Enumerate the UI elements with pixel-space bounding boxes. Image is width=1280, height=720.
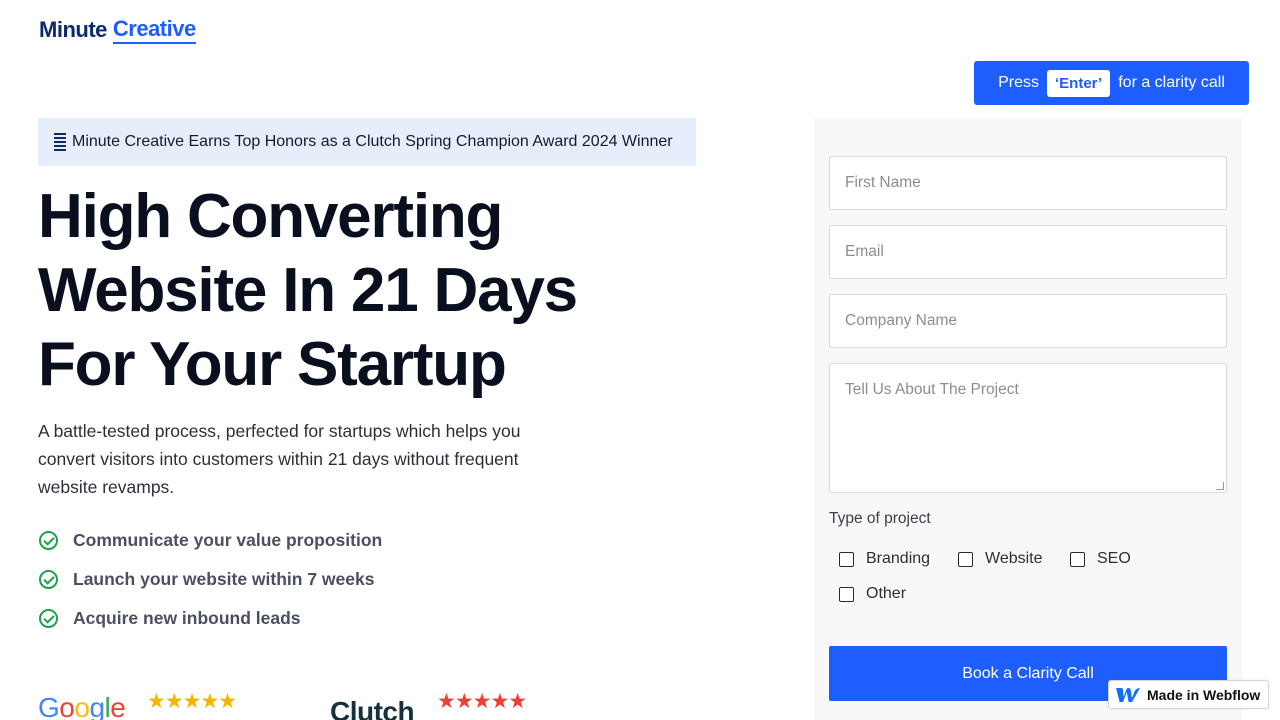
hero-subtext: A battle-tested process, perfected for s… [38,421,521,497]
headline-line: For Your Startup [38,330,507,399]
checkbox-other[interactable]: Other [839,585,906,603]
checkbox-box[interactable] [958,551,973,567]
google-letter: o [59,692,75,720]
checkbox-seo[interactable]: SEO [1070,550,1131,568]
checkbox-label: SEO [1097,550,1131,567]
cta-prefix: Press [998,74,1039,91]
company-name-input[interactable]: Company Name [829,294,1227,348]
checkbox-box[interactable] [839,551,854,567]
checkbox-box[interactable] [839,586,854,602]
badge-text: Made in Webflow [1147,686,1261,703]
award-text: Minute Creative Earns Top Honors as a Cl… [72,133,673,150]
benefit-text: Launch your website within 7 weeks [73,569,375,589]
first-name-input[interactable]: First Name [829,156,1227,210]
headline-line: Website In 21 Days [38,256,578,325]
project-description-textarea[interactable]: Tell Us About The Project [829,363,1227,493]
benefit-item: Communicate your value proposition [38,521,382,560]
made-in-webflow-badge[interactable]: Made in Webflow [1108,680,1269,709]
award-icon [54,133,66,151]
site-logo[interactable]: Minute Creative [39,16,196,44]
benefit-text: Communicate your value proposition [73,530,383,550]
award-banner[interactable]: Minute Creative Earns Top Honors as a Cl… [38,118,696,166]
headline-line: High Converting [38,182,503,251]
contact-form-panel: First Name Email Company Name Tell Us Ab… [814,118,1242,720]
webflow-logo-icon [1116,687,1140,702]
project-type-label: Type of project [829,510,931,527]
clarity-call-shortcut-button[interactable]: Press ‘Enter’ for a clarity call [974,61,1249,105]
check-circle-icon [39,570,58,589]
benefits-list: Communicate your value proposition Launc… [38,521,382,638]
enter-key-badge: ‘Enter’ [1046,69,1111,97]
checkbox-website[interactable]: Website [958,550,1043,568]
checkbox-label: Other [866,585,907,602]
checkbox-label: Website [985,550,1043,567]
checkbox-box[interactable] [1070,551,1085,567]
google-letter: o [74,692,90,720]
benefit-text: Acquire new inbound leads [73,608,301,628]
logo-text-minute: Minute [39,17,107,42]
check-circle-icon [39,609,58,628]
benefit-item: Launch your website within 7 weeks [38,560,382,599]
checkbox-branding[interactable]: Branding [839,550,930,568]
google-rating-stars: ★★★★★ [147,690,237,713]
benefit-item: Acquire new inbound leads [38,599,382,638]
check-circle-icon [39,531,58,550]
google-letter: g [89,692,105,720]
google-letter: G [38,692,60,720]
logo-text-creative: Creative [112,16,196,44]
checkbox-label: Branding [866,550,931,567]
email-input[interactable]: Email [829,225,1227,279]
google-logo: Google [38,692,126,720]
google-letter: e [110,692,126,720]
clutch-rating-stars: ★★★★★ [437,690,527,713]
cta-suffix: for a clarity call [1118,74,1225,91]
clutch-logo: Clutch [330,696,415,720]
hero-headline: High Converting Website In 21 Days For Y… [38,180,658,402]
